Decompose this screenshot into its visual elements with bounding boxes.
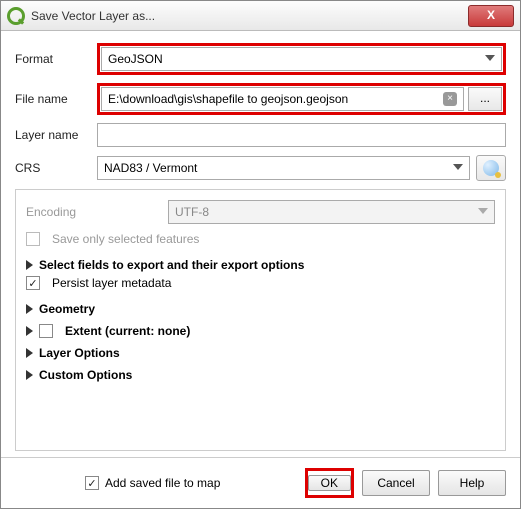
ok-highlight: OK	[305, 468, 354, 498]
filename-input[interactable]: E:\download\gis\shapefile to geojson.geo…	[101, 87, 464, 111]
save-selected-row: Save only selected features	[26, 232, 495, 246]
save-selected-checkbox	[26, 232, 40, 246]
crs-row: CRS NAD83 / Vermont	[15, 155, 506, 181]
crs-value: NAD83 / Vermont	[104, 161, 197, 175]
custom-options-label: Custom Options	[39, 368, 132, 382]
content-area: Format GeoJSON File name E:\download\gis…	[1, 31, 520, 457]
extent-checkbox[interactable]	[39, 324, 53, 338]
layername-row: Layer name	[15, 123, 506, 147]
layername-input[interactable]	[97, 123, 506, 147]
clear-icon[interactable]: ×	[443, 92, 457, 106]
filename-row: File name E:\download\gis\shapefile to g…	[15, 83, 506, 115]
crs-picker-button[interactable]	[476, 155, 506, 181]
options-panel: Encoding UTF-8 Save only selected featur…	[15, 189, 506, 451]
extent-label: Extent (current: none)	[65, 324, 190, 338]
format-value: GeoJSON	[108, 52, 163, 66]
triangle-right-icon	[26, 348, 33, 358]
custom-options-expander[interactable]: Custom Options	[26, 364, 495, 386]
format-combo[interactable]: GeoJSON	[101, 47, 502, 71]
format-row: Format GeoJSON	[15, 43, 506, 75]
layer-options-label: Layer Options	[39, 346, 120, 360]
cancel-button[interactable]: Cancel	[362, 470, 430, 496]
browse-button[interactable]: ...	[468, 87, 502, 111]
add-to-map-label: Add saved file to map	[105, 476, 220, 490]
chevron-down-icon	[485, 55, 495, 61]
footer: Add saved file to map OK Cancel Help	[1, 457, 520, 508]
crs-label: CRS	[15, 161, 91, 175]
triangle-right-icon	[26, 304, 33, 314]
triangle-right-icon	[26, 260, 33, 270]
geometry-label: Geometry	[39, 302, 95, 316]
filename-highlight: E:\download\gis\shapefile to geojson.geo…	[97, 83, 506, 115]
persist-metadata-row: Persist layer metadata	[26, 276, 495, 290]
select-fields-label: Select fields to export and their export…	[39, 258, 304, 272]
help-button[interactable]: Help	[438, 470, 506, 496]
layername-label: Layer name	[15, 128, 91, 142]
save-selected-label: Save only selected features	[52, 232, 199, 246]
chevron-down-icon	[478, 208, 488, 214]
encoding-row: Encoding UTF-8	[26, 200, 495, 224]
format-label: Format	[15, 52, 91, 66]
layer-options-expander[interactable]: Layer Options	[26, 342, 495, 364]
crs-combo[interactable]: NAD83 / Vermont	[97, 156, 470, 180]
extent-expander[interactable]: Extent (current: none)	[26, 320, 495, 342]
encoding-label: Encoding	[26, 205, 162, 219]
format-highlight: GeoJSON	[97, 43, 506, 75]
qgis-logo-icon	[7, 7, 25, 25]
triangle-right-icon	[26, 370, 33, 380]
window-title: Save Vector Layer as...	[31, 9, 468, 23]
encoding-combo: UTF-8	[168, 200, 495, 224]
persist-metadata-label: Persist layer metadata	[52, 276, 171, 290]
filename-value: E:\download\gis\shapefile to geojson.geo…	[108, 92, 348, 106]
select-fields-expander[interactable]: Select fields to export and their export…	[26, 254, 495, 276]
persist-metadata-checkbox[interactable]	[26, 276, 40, 290]
dialog-window: Save Vector Layer as... X Format GeoJSON…	[0, 0, 521, 509]
add-to-map-wrap: Add saved file to map	[85, 476, 220, 490]
globe-icon	[483, 160, 499, 176]
add-to-map-checkbox[interactable]	[85, 476, 99, 490]
filename-label: File name	[15, 92, 91, 106]
close-button[interactable]: X	[468, 5, 514, 27]
geometry-expander[interactable]: Geometry	[26, 298, 495, 320]
ok-button[interactable]: OK	[308, 475, 351, 491]
triangle-right-icon	[26, 326, 33, 336]
encoding-value: UTF-8	[175, 205, 209, 219]
title-bar: Save Vector Layer as... X	[1, 1, 520, 31]
chevron-down-icon	[453, 164, 463, 170]
